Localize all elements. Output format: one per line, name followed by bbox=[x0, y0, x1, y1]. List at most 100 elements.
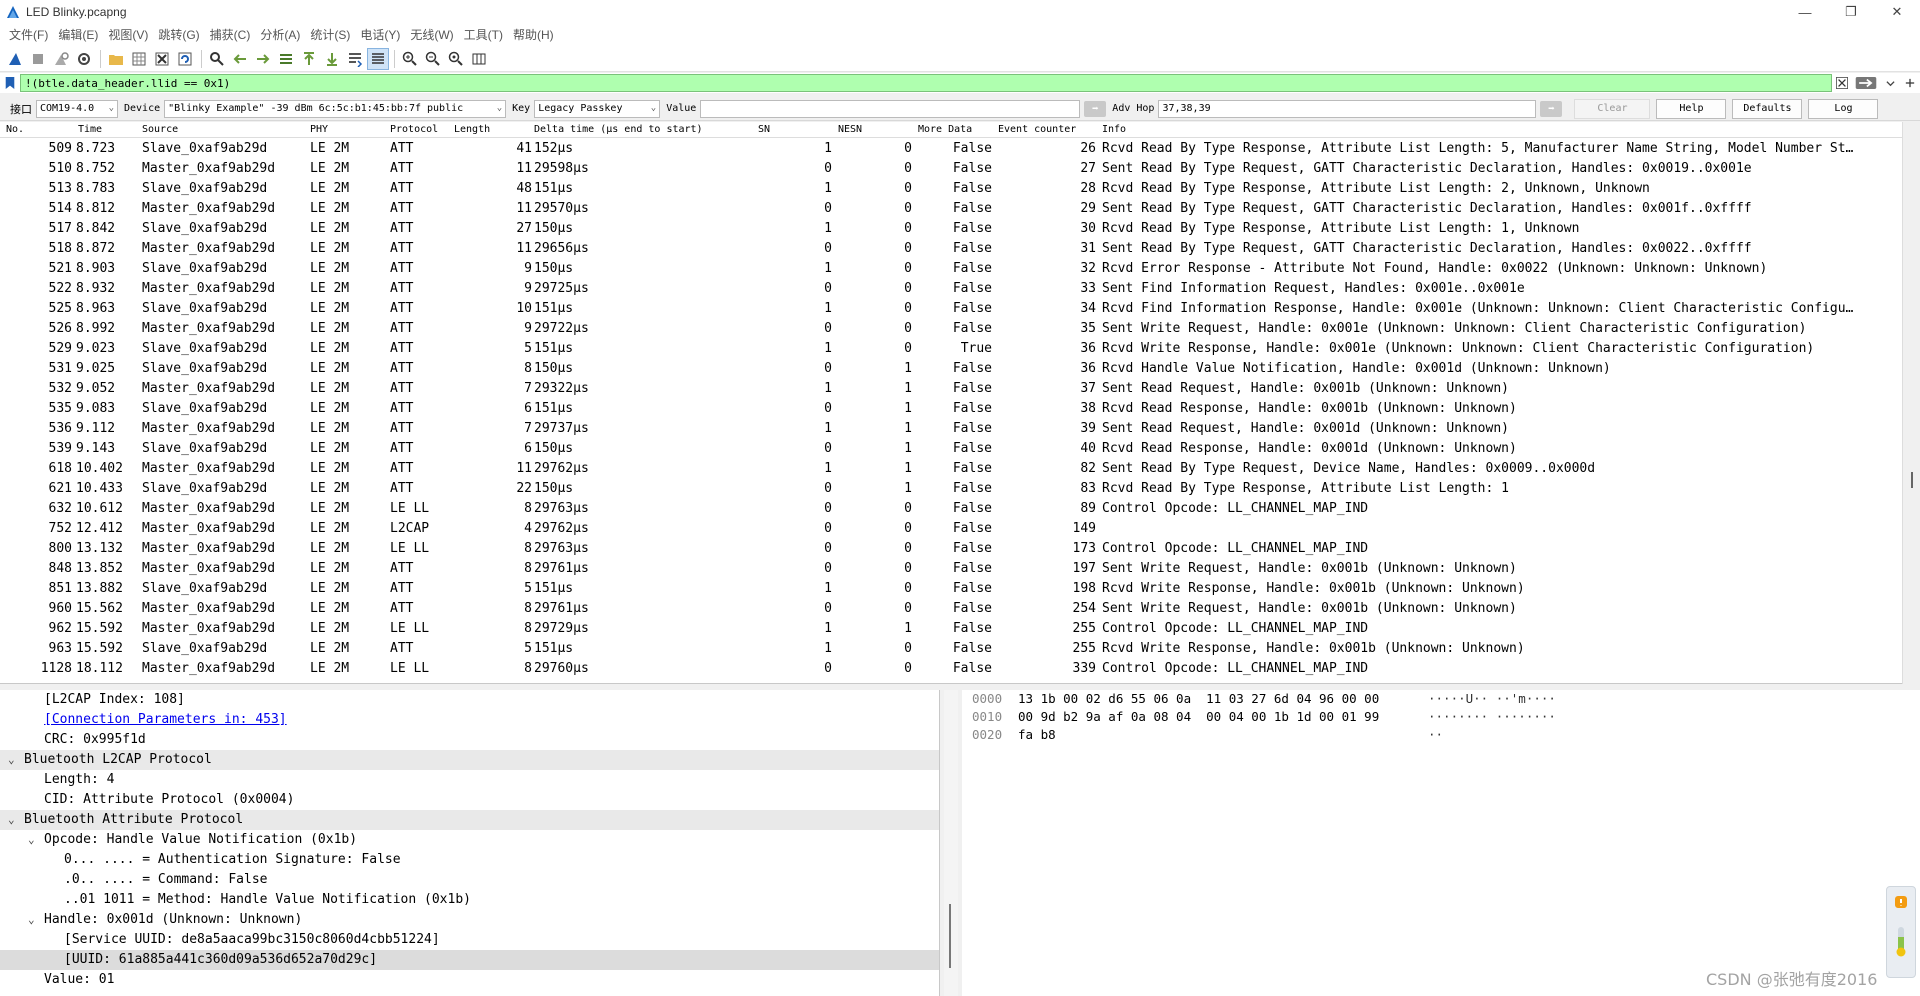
normal-size-button[interactable] bbox=[445, 48, 467, 70]
detail-tree-item[interactable]: .0.. .... = Command: False bbox=[0, 870, 939, 890]
menu-telephony[interactable]: 电话(Y) bbox=[355, 24, 405, 46]
packet-row[interactable]: 752 12.412 Master_0xaf9ab29d LE 2M L2CAP 4 297… bbox=[0, 519, 1878, 539]
start-capture-button[interactable] bbox=[4, 48, 26, 70]
bytes-ascii[interactable]: ·····U·· ··'m···· bbox=[1428, 690, 1556, 708]
menu-wireless[interactable]: 无线(W) bbox=[405, 24, 458, 46]
menu-statistics[interactable]: 统计(S) bbox=[305, 24, 355, 46]
detail-tree-item[interactable]: [UUID: 61a885a441c360d09a536d652a70d29c] bbox=[0, 950, 939, 970]
packet-row[interactable]: 531 9.025 Slave_0xaf9ab29d LE 2M ATT 8 150µs 0 1… bbox=[0, 359, 1878, 379]
packet-row[interactable]: 518 8.872 Master_0xaf9ab29d LE 2M ATT 11 29656… bbox=[0, 239, 1878, 259]
apply-adv-hop-button[interactable]: ➡ bbox=[1540, 100, 1563, 117]
detail-tree-item[interactable]: ⌄ Bluetooth Attribute Protocol bbox=[0, 810, 939, 830]
scrollbar-thumb[interactable] bbox=[949, 904, 951, 968]
zoom-in-button[interactable] bbox=[399, 48, 421, 70]
column-header-sn[interactable]: SN bbox=[758, 124, 770, 135]
detail-tree-item[interactable]: ⌄ Opcode: Handle Value Notification (0x1b… bbox=[0, 830, 939, 850]
bytes-offset[interactable]: 0000 bbox=[972, 690, 1002, 708]
packet-row[interactable]: 963 15.592 Slave_0xaf9ab29d LE 2M ATT 5 151µs 1… bbox=[0, 639, 1878, 659]
close-button[interactable]: ✕ bbox=[1874, 0, 1920, 24]
scrollbar-thumb[interactable] bbox=[1911, 472, 1913, 488]
stop-capture-button[interactable] bbox=[27, 48, 49, 70]
bytes-hex[interactable]: 13 1b 00 02 d6 55 06 0a 11 03 27 6d 04 9… bbox=[1018, 690, 1379, 708]
detail-tree-item[interactable]: [Connection Parameters in: 453] bbox=[0, 710, 939, 730]
last-packet-button[interactable] bbox=[321, 48, 343, 70]
column-header-no[interactable]: No. bbox=[6, 124, 24, 135]
column-header-more-data[interactable]: More Data bbox=[918, 124, 972, 135]
apply-key-button[interactable]: ➡ bbox=[1084, 100, 1107, 117]
apply-filter-button[interactable] bbox=[1852, 74, 1880, 92]
packet-row[interactable]: 526 8.992 Master_0xaf9ab29d LE 2M ATT 9 29722µ… bbox=[0, 319, 1878, 339]
detail-tree-item[interactable]: ..01 1011 = Method: Handle Value Notific… bbox=[0, 890, 939, 910]
bytes-hex[interactable]: 00 9d b2 9a af 0a 08 04 00 04 00 1b 1d 0… bbox=[1018, 708, 1379, 726]
add-filter-button[interactable] bbox=[1900, 74, 1920, 92]
detail-tree-item[interactable]: Length: 4 bbox=[0, 770, 939, 790]
packet-list-scrollbar[interactable] bbox=[1902, 122, 1920, 684]
packet-row[interactable]: 514 8.812 Master_0xaf9ab29d LE 2M ATT 11 29570… bbox=[0, 199, 1878, 219]
packet-row[interactable]: 521 8.903 Slave_0xaf9ab29d LE 2M ATT 9 150µs 1 0… bbox=[0, 259, 1878, 279]
capture-options-button[interactable] bbox=[73, 48, 95, 70]
save-file-button[interactable] bbox=[128, 48, 150, 70]
device-select[interactable]: "Blinky Example" -39 dBm 6c:5c:b1:45:bb:… bbox=[164, 99, 507, 118]
close-file-button[interactable] bbox=[151, 48, 173, 70]
display-filter-input[interactable]: !(btle.data_header.llid == 0x1) bbox=[20, 74, 1832, 92]
expand-chevron-icon[interactable]: ⌄ bbox=[8, 810, 15, 830]
first-packet-button[interactable] bbox=[298, 48, 320, 70]
packet-row[interactable]: 509 8.723 Slave_0xaf9ab29d LE 2M ATT 41 152µs 1… bbox=[0, 139, 1878, 159]
packet-row[interactable]: 522 8.932 Master_0xaf9ab29d LE 2M ATT 9 29725µ… bbox=[0, 279, 1878, 299]
clear-button[interactable]: Clear bbox=[1574, 98, 1651, 119]
recent-filters-dropdown[interactable] bbox=[1880, 74, 1900, 92]
key-value-input[interactable] bbox=[700, 99, 1081, 118]
colorize-button[interactable] bbox=[367, 47, 389, 70]
detail-tree-item[interactable]: Value: 01 bbox=[0, 970, 939, 990]
packet-row[interactable]: 535 9.083 Slave_0xaf9ab29d LE 2M ATT 6 151µs 0 1… bbox=[0, 399, 1878, 419]
restore-button[interactable]: ❐ bbox=[1828, 0, 1874, 24]
packet-row[interactable]: 960 15.562 Master_0xaf9ab29d LE 2M ATT 8 29761… bbox=[0, 599, 1878, 619]
column-header-phy[interactable]: PHY bbox=[310, 124, 328, 135]
go-back-button[interactable] bbox=[229, 48, 251, 70]
clear-filter-button[interactable] bbox=[1832, 74, 1852, 92]
log-button[interactable]: Log bbox=[1808, 98, 1879, 119]
bytes-offset[interactable]: 0020 bbox=[972, 726, 1002, 744]
expand-chevron-icon[interactable]: ⌄ bbox=[8, 750, 15, 770]
expand-chevron-icon[interactable]: ⌄ bbox=[28, 910, 35, 930]
packet-row[interactable]: 851 13.882 Slave_0xaf9ab29d LE 2M ATT 5 151µs 1… bbox=[0, 579, 1878, 599]
packet-row[interactable]: 1128 18.112 Master_0xaf9ab29d LE 2M LE LL 8 29… bbox=[0, 659, 1878, 679]
menu-analyze[interactable]: 分析(A) bbox=[255, 24, 305, 46]
restart-capture-button[interactable] bbox=[50, 48, 72, 70]
expand-chevron-icon[interactable]: ⌄ bbox=[28, 830, 35, 850]
go-to-packet-button[interactable] bbox=[275, 48, 297, 70]
bytes-ascii[interactable]: ·· bbox=[1428, 726, 1443, 744]
menu-edit[interactable]: 编辑(E) bbox=[53, 24, 103, 46]
filter-bookmark-button[interactable] bbox=[3, 75, 17, 91]
column-header-source[interactable]: Source bbox=[142, 124, 178, 135]
packet-row[interactable]: 539 9.143 Slave_0xaf9ab29d LE 2M ATT 6 150µs 0 1… bbox=[0, 439, 1878, 459]
packet-row[interactable]: 529 9.023 Slave_0xaf9ab29d LE 2M ATT 5 151µs 1 0… bbox=[0, 339, 1878, 359]
adv-hop-input[interactable]: 37,38,39 bbox=[1158, 99, 1537, 118]
zoom-out-button[interactable] bbox=[422, 48, 444, 70]
floating-side-widget[interactable] bbox=[1886, 886, 1916, 978]
menu-view[interactable]: 视图(V) bbox=[103, 24, 153, 46]
packet-row[interactable]: 800 13.132 Master_0xaf9ab29d LE 2M LE LL 8 297… bbox=[0, 539, 1878, 559]
key-select[interactable]: Legacy Passkey ⌄ bbox=[534, 99, 661, 118]
detail-link[interactable]: [Connection Parameters in: 453] bbox=[44, 710, 287, 730]
detail-tree-item[interactable]: [L2CAP Index: 108] bbox=[0, 690, 939, 710]
open-file-button[interactable] bbox=[105, 48, 127, 70]
detail-tree-item[interactable]: CID: Attribute Protocol (0x0004) bbox=[0, 790, 939, 810]
detail-tree-item[interactable]: CRC: 0x995f1d bbox=[0, 730, 939, 750]
packet-row[interactable]: 510 8.752 Master_0xaf9ab29d LE 2M ATT 11 29598… bbox=[0, 159, 1878, 179]
packet-row[interactable]: 621 10.433 Slave_0xaf9ab29d LE 2M ATT 22 150µs… bbox=[0, 479, 1878, 499]
interface-select[interactable]: COM19-4.0 ⌄ bbox=[36, 99, 118, 118]
bytes-offset[interactable]: 0010 bbox=[972, 708, 1002, 726]
packet-row[interactable]: 525 8.963 Slave_0xaf9ab29d LE 2M ATT 10 151µs 1… bbox=[0, 299, 1878, 319]
packet-row[interactable]: 848 13.852 Master_0xaf9ab29d LE 2M ATT 8 29761… bbox=[0, 559, 1878, 579]
packet-row[interactable]: 618 10.402 Master_0xaf9ab29d LE 2M ATT 11 2976… bbox=[0, 459, 1878, 479]
detail-tree-item[interactable]: 0... .... = Authentication Signature: Fa… bbox=[0, 850, 939, 870]
detail-tree-item[interactable]: ⌄ Bluetooth L2CAP Protocol bbox=[0, 750, 939, 770]
column-header-time[interactable]: Time bbox=[78, 124, 102, 135]
resize-columns-button[interactable] bbox=[468, 48, 490, 70]
bytes-hex[interactable]: fa b8 bbox=[1018, 726, 1056, 744]
go-forward-button[interactable] bbox=[252, 48, 274, 70]
menu-go[interactable]: 跳转(G) bbox=[153, 24, 204, 46]
column-header-delta-time[interactable]: Delta time (µs end to start) bbox=[534, 124, 703, 135]
find-packet-button[interactable] bbox=[206, 48, 228, 70]
